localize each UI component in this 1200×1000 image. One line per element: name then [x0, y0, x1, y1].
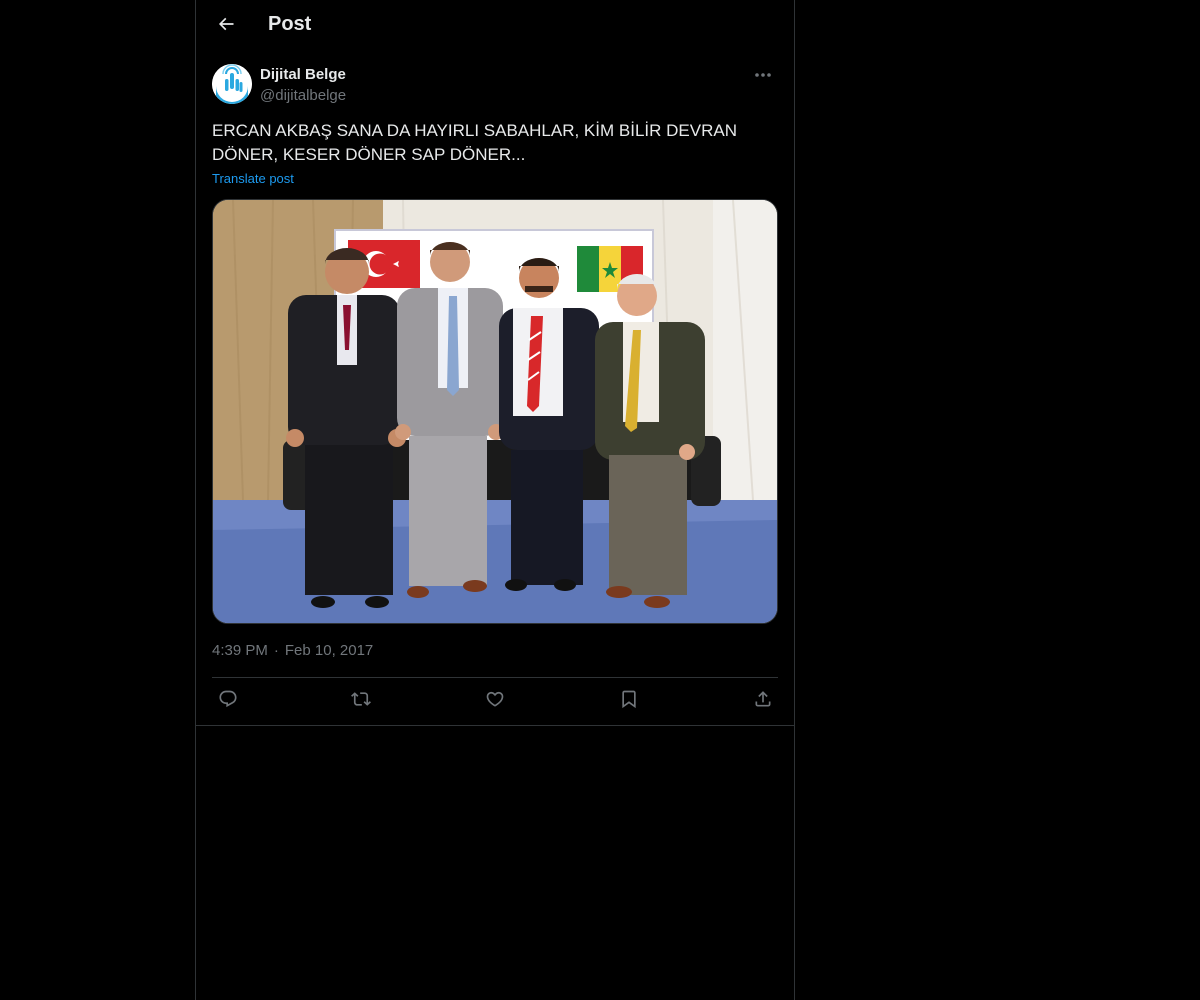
arrow-left-icon: [216, 14, 236, 39]
hand-touch-logo: [212, 64, 252, 104]
heart-icon: [485, 689, 505, 714]
post-author: Dijital Belge @dijitalbelge: [212, 64, 778, 108]
post-meta: 4:39 PM · Feb 10, 2017: [212, 642, 373, 659]
post-photo[interactable]: [212, 199, 778, 624]
translate-post-link[interactable]: Translate post: [212, 171, 294, 186]
back-button[interactable]: [208, 8, 244, 44]
repost-icon: [350, 689, 372, 714]
more-horizontal-icon: [754, 65, 772, 83]
reply-icon: [218, 689, 238, 714]
post-text: ERCAN AKBAŞ SANA DA HAYIRLI SABAHLAR, Kİ…: [212, 121, 737, 164]
author-handle[interactable]: @dijitalbelge: [260, 87, 346, 104]
post-column: Post Dijital Belge @dijitalbelge ERCAN A…: [195, 0, 795, 1000]
action-bar: [212, 678, 778, 724]
reply-button[interactable]: [216, 689, 240, 713]
like-button[interactable]: [483, 689, 507, 713]
header: Post: [196, 0, 794, 53]
author-name[interactable]: Dijital Belge: [260, 66, 346, 83]
post-time[interactable]: 4:39 PM: [212, 642, 268, 659]
page-title: Post: [268, 13, 312, 35]
bookmark-button[interactable]: [617, 689, 641, 713]
bookmark-icon: [619, 689, 639, 714]
avatar[interactable]: [212, 64, 252, 104]
share-button[interactable]: [751, 689, 775, 713]
post-date[interactable]: Feb 10, 2017: [285, 642, 373, 659]
more-button[interactable]: [748, 62, 778, 86]
repost-button[interactable]: [349, 689, 373, 713]
meta-separator: ·: [273, 642, 279, 659]
share-icon: [753, 689, 773, 714]
divider: [196, 725, 794, 726]
